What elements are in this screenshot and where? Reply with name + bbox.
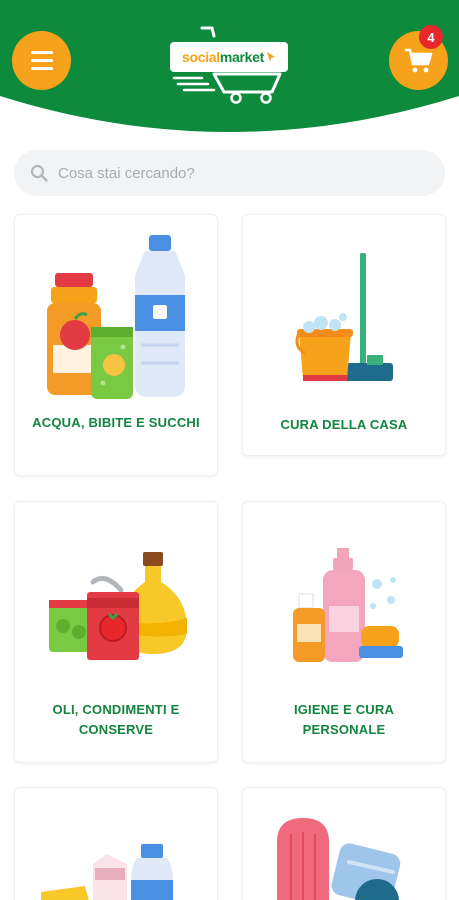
category-card-dairy[interactable]: [14, 787, 218, 900]
hamburger-icon: [30, 51, 53, 70]
category-card-personal-care[interactable]: IGIENE E CURA PERSONALE: [242, 501, 446, 763]
logo-text-market: market: [219, 49, 264, 65]
oils-condiments-illustration-icon: [49, 552, 187, 660]
search-input[interactable]: [58, 164, 418, 182]
category-label: CURA DELLA CASA: [280, 417, 408, 432]
dairy-illustration-icon: [41, 844, 173, 900]
cart-count-badge: 4: [419, 25, 443, 49]
app-logo[interactable]: social market: [168, 26, 292, 104]
home-cleaning-illustration-icon: [295, 253, 393, 381]
logo-text-social: social: [181, 49, 220, 65]
category-label: OLI, CONDIMENTI E CONSERVE: [52, 702, 180, 737]
shopping-cart-icon: [404, 48, 432, 72]
drinks-illustration-icon: [47, 235, 185, 399]
category-card-oils-condiments[interactable]: OLI, CONDIMENTI E CONSERVE: [14, 501, 218, 763]
category-card-home-cleaning[interactable]: CURA DELLA CASA: [242, 214, 446, 456]
search-bar[interactable]: [14, 150, 445, 196]
baby-care-illustration-icon: [277, 818, 401, 900]
category-label: ACQUA, BIBITE E SUCCHI: [32, 415, 200, 430]
category-card-baby-care[interactable]: [242, 787, 446, 900]
menu-button[interactable]: [12, 31, 71, 90]
search-icon: [30, 164, 48, 182]
category-label: IGIENE E CURA PERSONALE: [293, 702, 395, 737]
personal-care-illustration-icon: [293, 548, 403, 662]
category-card-drinks[interactable]: ACQUA, BIBITE E SUCCHI: [14, 214, 218, 476]
logo-wordmark: social market: [170, 42, 288, 72]
cursor-icon: [267, 52, 275, 62]
